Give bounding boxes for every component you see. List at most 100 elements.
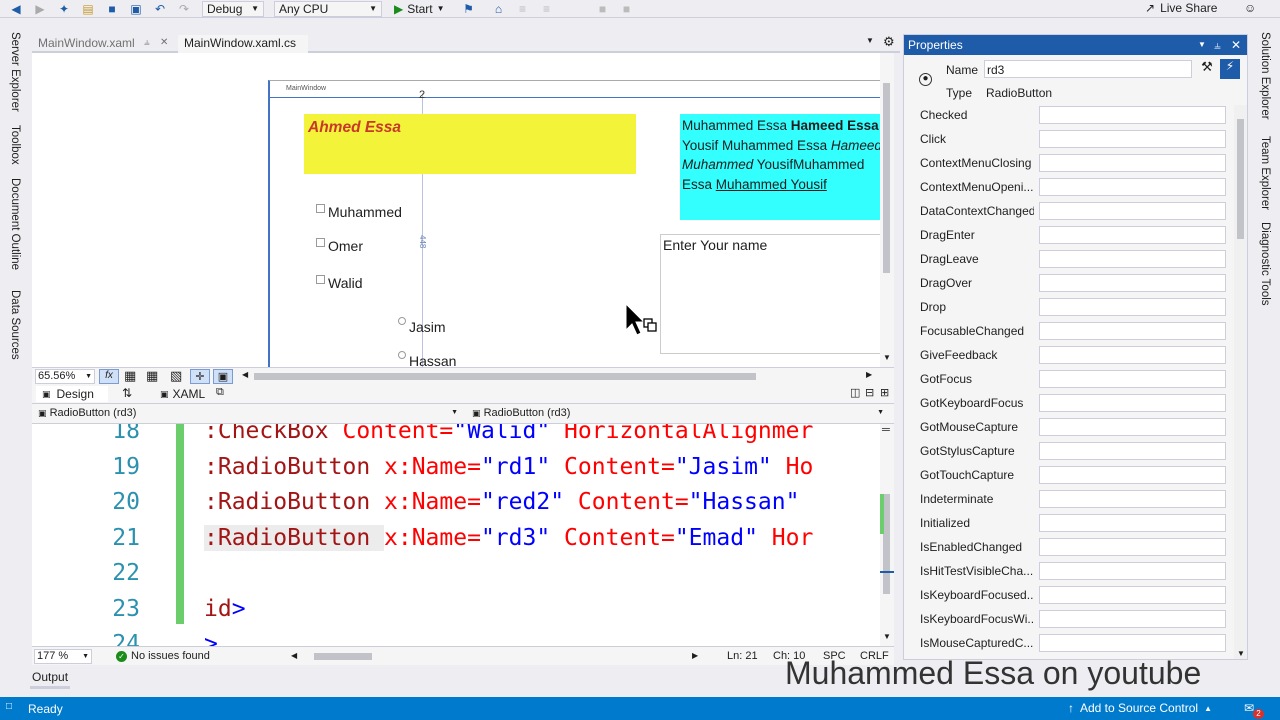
bookmark-icon[interactable]: ■: [595, 2, 611, 16]
designer-vertical-scrollbar[interactable]: ▼: [880, 53, 894, 367]
designer-horizontal-scroll-thumb[interactable]: [254, 373, 756, 380]
event-handler-field[interactable]: [1039, 202, 1226, 220]
lightning-icon[interactable]: ⚡: [1220, 59, 1240, 79]
pin-icon[interactable]: ⫨: [1214, 35, 1221, 55]
diagnostic-tools-tab[interactable]: Diagnostic Tools: [1259, 222, 1271, 306]
editor-vertical-scrollbar[interactable]: ═ ▼: [880, 424, 894, 646]
document-outline-tab[interactable]: Document Outline: [9, 178, 21, 270]
save-all-icon[interactable]: ▣: [128, 2, 144, 16]
event-handler-field[interactable]: [1039, 490, 1226, 508]
event-handler-field[interactable]: [1039, 226, 1226, 244]
scroll-right-icon[interactable]: ▶: [866, 370, 872, 379]
live-share-button[interactable]: ↗ Live Share: [1145, 1, 1217, 15]
add-to-source-control-button[interactable]: ↑ Add to Source Control ▲: [1068, 701, 1212, 715]
tab-xaml[interactable]: ▣ XAML: [160, 387, 205, 401]
name-field[interactable]: rd3: [984, 60, 1192, 78]
new-project-icon[interactable]: ✦: [56, 2, 72, 16]
event-handler-field[interactable]: [1039, 562, 1226, 580]
tab-design[interactable]: ▣ Design: [36, 386, 108, 402]
event-handler-field[interactable]: [1039, 154, 1226, 172]
event-handler-field[interactable]: [1039, 178, 1226, 196]
event-handler-field[interactable]: [1039, 466, 1226, 484]
tab-mainwindow-xaml[interactable]: MainWindow.xaml ⫨ ✕: [32, 35, 174, 53]
event-handler-field[interactable]: [1039, 298, 1226, 316]
save-icon[interactable]: ■: [104, 2, 120, 16]
event-handler-field[interactable]: [1039, 634, 1226, 652]
event-handler-field[interactable]: [1039, 106, 1226, 124]
start-button[interactable]: ▶ Start ▼: [394, 2, 445, 16]
radio-jasim[interactable]: [398, 317, 406, 325]
code-line[interactable]: :CheckBox Content="Walid" HorizontalAlig…: [204, 424, 813, 444]
design-window[interactable]: MainWindow 2 448 Ahmed Essa Muhammed Ess…: [268, 80, 894, 367]
open-icon[interactable]: ▤: [80, 2, 96, 16]
effects-toggle[interactable]: fx: [99, 369, 119, 384]
scroll-left-icon[interactable]: ◀: [291, 651, 297, 660]
element-dropdown-right[interactable]: ▣ RadioButton (rd3) ▼: [468, 406, 888, 422]
event-handler-field[interactable]: [1039, 346, 1226, 364]
scroll-down-icon[interactable]: ▼: [883, 632, 891, 641]
popout-icon[interactable]: ⧉: [216, 386, 224, 399]
editor-zoom-dropdown[interactable]: 177 % ▼: [34, 649, 92, 664]
server-explorer-tab[interactable]: Server Explorer: [9, 32, 21, 112]
account-icon[interactable]: ☺: [1244, 1, 1256, 15]
redo-icon[interactable]: ↷: [176, 2, 192, 16]
code-line[interactable]: :RadioButton x:Name="red2" Content="Hass…: [204, 489, 799, 515]
code-line[interactable]: :RadioButton x:Name="rd3" Content="Emad"…: [204, 524, 813, 551]
scroll-down-icon[interactable]: ▼: [1237, 649, 1245, 658]
swap-panes-icon[interactable]: ⇅: [122, 386, 132, 400]
event-handler-field[interactable]: [1039, 418, 1226, 436]
artboard-icon[interactable]: ▧: [170, 368, 182, 384]
vertical-split-icon[interactable]: ◫: [850, 386, 860, 399]
forward-icon[interactable]: ▶: [32, 2, 48, 16]
zoom-dropdown[interactable]: 65.56% ▼: [35, 369, 95, 384]
back-icon[interactable]: ◀: [8, 2, 24, 16]
code-line[interactable]: >: [204, 631, 218, 646]
xaml-designer[interactable]: MainWindow 2 448 Ahmed Essa Muhammed Ess…: [32, 53, 894, 367]
scroll-thumb[interactable]: [883, 494, 890, 594]
horizontal-split-icon[interactable]: ⊟: [865, 386, 874, 399]
scroll-thumb[interactable]: [883, 83, 890, 273]
device-toggle[interactable]: ▣: [213, 369, 233, 384]
pin-icon[interactable]: ⫨: [144, 35, 150, 51]
wrench-icon[interactable]: ⚒: [1197, 59, 1217, 79]
checkbox-walid[interactable]: [316, 275, 325, 284]
toolbox-tab[interactable]: Toolbox: [9, 125, 21, 165]
event-handler-field[interactable]: [1039, 250, 1226, 268]
split-editor-icon[interactable]: ═: [882, 424, 890, 436]
checkbox-muhammed[interactable]: [316, 204, 325, 213]
align-icon[interactable]: ≡: [515, 2, 531, 16]
config-dropdown[interactable]: Debug ▼: [202, 0, 264, 17]
scroll-right-icon[interactable]: ▶: [692, 651, 698, 660]
checkbox-omer[interactable]: [316, 238, 325, 247]
chevron-down-icon[interactable]: ▼: [1198, 35, 1206, 55]
event-handler-field[interactable]: [1039, 538, 1226, 556]
event-handler-field[interactable]: [1039, 586, 1226, 604]
element-dropdown-left[interactable]: ▣ RadioButton (rd3) ▼: [34, 406, 462, 422]
undo-icon[interactable]: ↶: [152, 2, 168, 16]
scroll-thumb[interactable]: [1237, 119, 1244, 239]
properties-vertical-scrollbar[interactable]: ▼: [1234, 105, 1247, 659]
scroll-left-icon[interactable]: ◀: [242, 370, 248, 379]
close-icon[interactable]: ✕: [1231, 35, 1241, 55]
indent-icon[interactable]: ≡: [539, 2, 555, 16]
collapse-pane-icon[interactable]: ⊞: [880, 386, 889, 399]
event-handler-field[interactable]: [1039, 370, 1226, 388]
event-handler-field[interactable]: [1039, 610, 1226, 628]
event-handler-field[interactable]: [1039, 394, 1226, 412]
code-line[interactable]: id>: [204, 596, 246, 622]
attach-icon[interactable]: ⚑: [461, 2, 477, 16]
platform-dropdown[interactable]: Any CPU ▼: [274, 0, 382, 17]
grid-icon[interactable]: ▦: [124, 368, 136, 384]
issues-indicator[interactable]: ✓ No issues found: [116, 650, 210, 662]
name-textbox[interactable]: Enter Your name: [660, 234, 890, 354]
snap-grid-icon[interactable]: ▦: [146, 368, 158, 384]
solution-explorer-tab[interactable]: Solution Explorer: [1259, 32, 1271, 120]
event-handler-field[interactable]: [1039, 130, 1226, 148]
event-handler-field[interactable]: [1039, 442, 1226, 460]
editor-horizontal-scroll-thumb[interactable]: [314, 653, 372, 660]
event-handler-field[interactable]: [1039, 322, 1226, 340]
tab-list-icon[interactable]: ▼: [866, 36, 874, 45]
event-handler-field[interactable]: [1039, 274, 1226, 292]
event-handler-field[interactable]: [1039, 514, 1226, 532]
team-explorer-tab[interactable]: Team Explorer: [1259, 136, 1271, 210]
